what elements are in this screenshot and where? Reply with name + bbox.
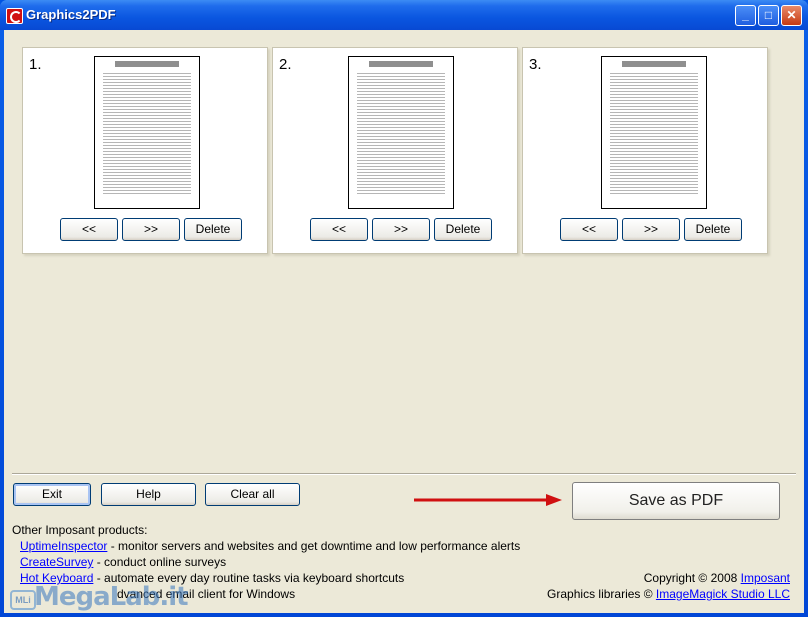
megalab-watermark: MLi MegaLab.it xyxy=(8,580,189,614)
exit-button[interactable]: Exit xyxy=(13,483,91,506)
delete-page-button[interactable]: Delete xyxy=(434,218,492,241)
page-thumbnail[interactable] xyxy=(348,56,454,209)
delete-page-button[interactable]: Delete xyxy=(684,218,742,241)
products-heading: Other Imposant products: xyxy=(12,523,148,537)
product-description: - monitor servers and websites and get d… xyxy=(107,539,521,553)
move-left-button[interactable]: << xyxy=(560,218,618,241)
move-right-button[interactable]: >> xyxy=(622,218,680,241)
minimize-button[interactable]: _ xyxy=(735,5,756,26)
main-client-area: 1. << >> Delete 2. << >> Delete 3. << >>… xyxy=(4,30,804,613)
product-description: - conduct online surveys xyxy=(93,555,227,569)
product-line-uptimeinspector: UptimeInspector - monitor servers and we… xyxy=(20,539,520,553)
copyright-line: Copyright © 2008 Imposant xyxy=(644,571,790,585)
libraries-line: Graphics libraries © ImageMagick Studio … xyxy=(547,587,790,601)
close-button[interactable]: ✕ xyxy=(781,5,802,26)
clear-all-button[interactable]: Clear all xyxy=(205,483,300,506)
delete-page-button[interactable]: Delete xyxy=(184,218,242,241)
save-as-pdf-button[interactable]: Save as PDF xyxy=(572,482,780,520)
libraries-text: Graphics libraries © xyxy=(547,587,656,601)
page-thumbnail[interactable] xyxy=(601,56,707,209)
page-panel-3: 3. << >> Delete xyxy=(522,47,768,254)
page-number: 3. xyxy=(529,56,542,73)
createsurvey-link[interactable]: CreateSurvey xyxy=(20,555,93,569)
product-line-createsurvey: CreateSurvey - conduct online surveys xyxy=(20,555,226,569)
app-window: Graphics2PDF _ □ ✕ 1. << >> Delete 2. <<… xyxy=(0,0,808,617)
move-left-button[interactable]: << xyxy=(310,218,368,241)
imposant-link[interactable]: Imposant xyxy=(741,571,790,585)
red-arrow-annotation xyxy=(414,494,562,506)
maximize-button[interactable]: □ xyxy=(758,5,779,26)
watermark-text: MegaLab.it xyxy=(34,582,189,612)
copyright-text: Copyright © 2008 xyxy=(643,571,741,585)
page-panel-1: 1. << >> Delete xyxy=(22,47,268,254)
divider xyxy=(12,473,796,475)
uptimeinspector-link[interactable]: UptimeInspector xyxy=(20,539,107,553)
move-right-button[interactable]: >> xyxy=(122,218,180,241)
page-panel-2: 2. << >> Delete xyxy=(272,47,518,254)
title-bar[interactable]: Graphics2PDF _ □ ✕ xyxy=(0,0,808,30)
page-number: 1. xyxy=(29,56,42,73)
page-number: 2. xyxy=(279,56,292,73)
app-logo-icon xyxy=(6,8,23,24)
page-thumbnail[interactable] xyxy=(94,56,200,209)
window-title: Graphics2PDF xyxy=(26,7,116,22)
move-right-button[interactable]: >> xyxy=(372,218,430,241)
imagemagick-link[interactable]: ImageMagick Studio LLC xyxy=(656,587,790,601)
watermark-badge-icon: MLi xyxy=(10,590,36,610)
help-button[interactable]: Help xyxy=(101,483,196,506)
move-left-button[interactable]: << xyxy=(60,218,118,241)
